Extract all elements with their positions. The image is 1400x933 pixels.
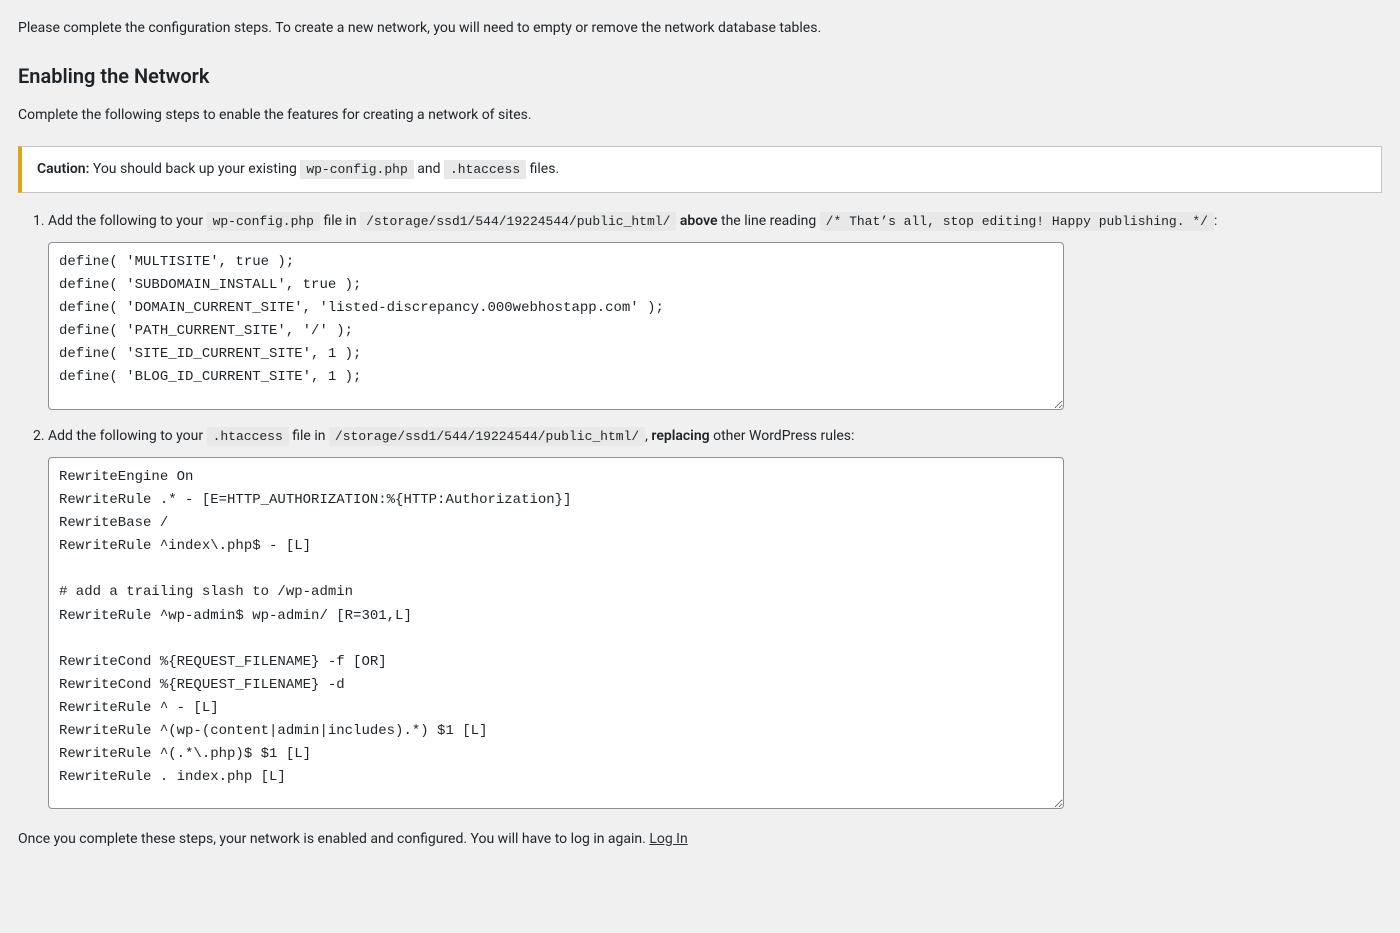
step-2-instruction: Add the following to your .htaccess file… — [48, 426, 1382, 447]
completion-paragraph: Once you complete these steps, your netw… — [18, 829, 1382, 850]
caution-text-mid: and — [414, 161, 444, 177]
step-2-text-2: file in — [289, 428, 329, 444]
caution-text-after: files. — [526, 161, 559, 177]
step-1-bold-above: above — [680, 213, 718, 229]
caution-text-before: You should back up your existing — [89, 161, 300, 177]
install-path: /storage/ssd1/544/19224544/public_html/ — [360, 212, 676, 231]
step-1: Add the following to your wp-config.php … — [48, 211, 1382, 410]
step-1-text-2: file in — [320, 213, 360, 229]
log-in-link[interactable]: Log In — [649, 831, 687, 847]
htaccess-filename: .htaccess — [444, 160, 526, 179]
step-1-text-1: Add the following to your — [48, 213, 207, 229]
step-2-text-4: other WordPress rules: — [710, 428, 855, 444]
htaccess-code-textarea[interactable] — [48, 457, 1064, 809]
wp-config-stop-comment: /* That’s all, stop editing! Happy publi… — [820, 212, 1214, 231]
step-1-text-4: the line reading — [718, 213, 820, 229]
intro-paragraph: Please complete the configuration steps.… — [18, 18, 1382, 39]
wp-config-code-textarea[interactable] — [48, 242, 1064, 410]
step-1-instruction: Add the following to your wp-config.php … — [48, 211, 1382, 232]
steps-list: Add the following to your wp-config.php … — [18, 211, 1382, 809]
caution-notice: Caution: You should back up your existin… — [18, 146, 1382, 193]
wp-config-filename: wp-config.php — [207, 212, 320, 231]
caution-label: Caution: — [37, 161, 89, 177]
htaccess-filename: .htaccess — [207, 427, 289, 446]
wp-config-filename: wp-config.php — [300, 160, 413, 179]
step-2-text-1: Add the following to your — [48, 428, 207, 444]
install-path: /storage/ssd1/544/19224544/public_html/ — [329, 427, 645, 446]
section-heading: Enabling the Network — [18, 61, 1382, 91]
step-1-text-5: : — [1214, 213, 1217, 229]
step-2-bold-replacing: replacing — [651, 428, 709, 444]
subtitle-paragraph: Complete the following steps to enable t… — [18, 105, 1382, 126]
completion-text: Once you complete these steps, your netw… — [18, 831, 649, 847]
step-2: Add the following to your .htaccess file… — [48, 426, 1382, 809]
